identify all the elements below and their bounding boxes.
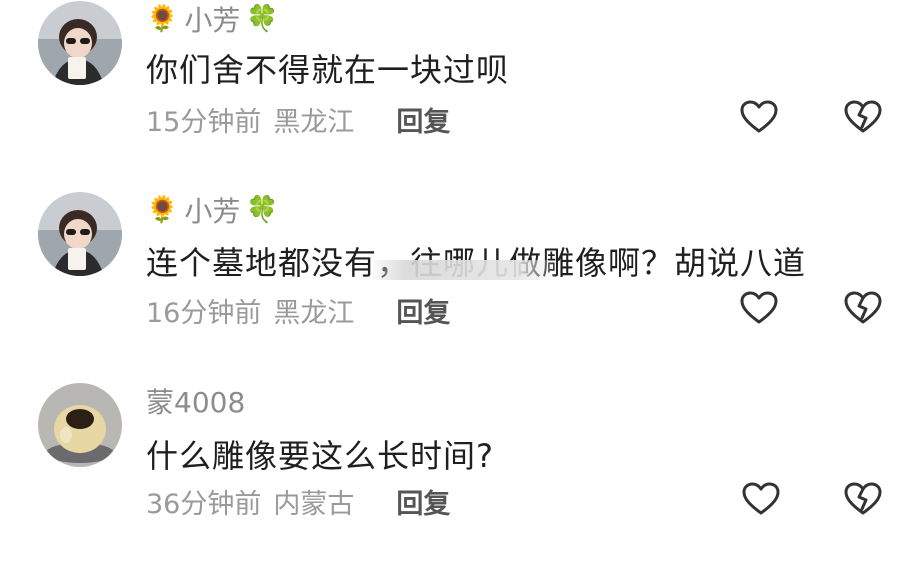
dislike-button[interactable] — [842, 287, 884, 329]
heart-outline-icon — [740, 100, 778, 133]
like-button[interactable] — [738, 96, 780, 138]
reply-button[interactable]: 回复 — [396, 482, 450, 521]
broken-heart-icon — [844, 482, 882, 515]
broken-heart-icon — [844, 100, 882, 133]
comment-text: 什么雕像要这么长时间? — [146, 437, 494, 475]
comment-location: 内蒙古 — [273, 489, 355, 520]
comment-time: 16分钟前 — [146, 298, 262, 329]
like-button[interactable] — [740, 478, 782, 520]
user-avatar[interactable] — [38, 1, 122, 85]
heart-outline-icon — [740, 291, 778, 324]
comment-meta: 36分钟前 内蒙古 回复 — [146, 482, 450, 521]
image-artifact — [368, 260, 558, 280]
comment-username[interactable]: 🌻 小芳 🍀 — [146, 0, 279, 39]
woman-with-glasses-avatar-icon — [38, 192, 122, 276]
clover-emoji-icon: 🍀 — [246, 4, 279, 34]
comment-username[interactable]: 🌻 小芳 🍀 — [146, 190, 279, 230]
woman-with-glasses-avatar-icon — [38, 1, 122, 85]
username-text: 小芳 — [184, 4, 241, 37]
dislike-button[interactable] — [842, 478, 884, 520]
username-text: 蒙4008 — [146, 386, 246, 419]
comment-meta: 15分钟前 黑龙江 回复 — [146, 100, 450, 139]
reply-button[interactable]: 回复 — [396, 100, 450, 139]
heart-outline-icon — [742, 482, 780, 515]
comment-username[interactable]: 蒙4008 — [146, 381, 245, 421]
comment-item: 🌻 小芳 🍀 你们舍不得就在一块过呗 15分钟前 黑龙江 回复 — [0, 0, 922, 190]
user-avatar[interactable] — [38, 383, 122, 467]
comment-time: 36分钟前 — [146, 489, 262, 520]
like-button[interactable] — [738, 287, 780, 329]
comment-item: 蒙4008 什么雕像要这么长时间? 36分钟前 内蒙古 回复 — [0, 380, 922, 570]
reply-button[interactable]: 回复 — [396, 291, 450, 330]
comment-time: 15分钟前 — [146, 107, 262, 138]
username-text: 小芳 — [184, 195, 241, 228]
dislike-button[interactable] — [842, 96, 884, 138]
comment-text: 你们舍不得就在一块过呗 — [146, 51, 510, 89]
clover-emoji-icon: 🍀 — [246, 195, 279, 225]
broken-heart-icon — [844, 291, 882, 324]
comment-item: 🌻 小芳 🍀 连个墓地都没有，往哪儿做雕像啊？胡说八道 16分钟前 黑龙江 回复 — [0, 190, 922, 380]
comment-location: 黑龙江 — [273, 107, 355, 138]
sunflower-emoji-icon: 🌻 — [146, 195, 179, 225]
comment-location: 黑龙江 — [273, 298, 355, 329]
user-avatar[interactable] — [38, 192, 122, 276]
comment-meta: 16分钟前 黑龙江 回复 — [146, 291, 450, 330]
sunflower-emoji-icon: 🌻 — [146, 4, 179, 34]
steamed-bun-avatar-icon — [38, 383, 122, 467]
